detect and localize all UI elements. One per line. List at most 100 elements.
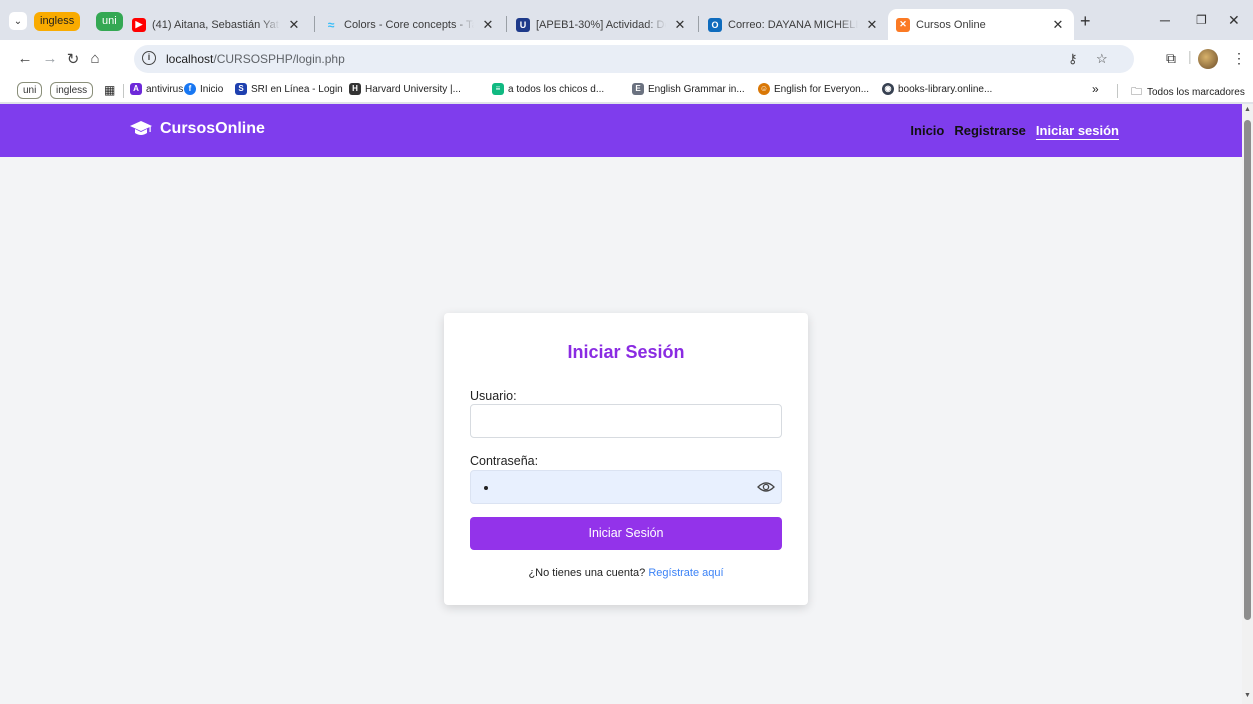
url-host: localhost	[166, 52, 214, 66]
window-close-icon[interactable]: ✕	[1228, 12, 1240, 29]
password-masked-value	[484, 486, 488, 490]
tab-outlook[interactable]: O Correo: DAYANA MICHELLE BA ✕	[700, 9, 888, 40]
scroll-thumb[interactable]	[1244, 120, 1251, 620]
tab-title: [APEB1-30%] Actividad: Desarr	[536, 18, 666, 31]
close-icon[interactable]: ✕	[286, 17, 302, 33]
bookmark-group-ingless[interactable]: ingless	[50, 82, 94, 99]
grammar-icon: E	[632, 83, 644, 95]
bookmark-label: books-library.online...	[898, 83, 993, 95]
tab-strip: ⌄ ingless uni ▶ (41) Aitana, Sebastián Y…	[0, 0, 1253, 40]
tab-group-uni[interactable]: uni	[96, 12, 123, 31]
restore-icon[interactable]: ❐	[1196, 13, 1207, 27]
password-key-icon[interactable]: ⚷	[1068, 51, 1078, 67]
globe-icon: ◉	[882, 83, 894, 95]
tab-divider	[314, 16, 315, 32]
address-bar[interactable]: i localhost/CURSOSPHP/login.php ⚷ ☆	[134, 45, 1134, 73]
bookmark-harvard[interactable]: H Harvard University |...	[349, 83, 461, 95]
extensions-puzzle-icon[interactable]: ⧉	[1166, 50, 1176, 67]
page-scrollbar[interactable]: ▲ ▼	[1242, 104, 1253, 704]
bookmark-label: SRI en Línea - Login	[251, 83, 343, 95]
facebook-icon: f	[184, 83, 196, 95]
login-card: Iniciar Sesión Usuario: Contraseña: Inic…	[444, 313, 808, 605]
moodle-icon: U	[516, 17, 530, 32]
nav-iniciar-sesion[interactable]: Iniciar sesión	[1035, 123, 1119, 140]
site-info-icon[interactable]: i	[142, 51, 156, 65]
forward-arrow-icon[interactable]: →	[41, 50, 59, 67]
bookmark-divider	[1117, 84, 1118, 98]
bookmark-inicio[interactable]: f Inicio	[184, 83, 223, 95]
password-field[interactable]	[470, 470, 782, 504]
all-bookmarks-button[interactable]: 🗀 Todos los marcadores	[1131, 83, 1245, 102]
site-navbar: CursosOnline Inicio Registrarse Iniciar …	[0, 104, 1242, 157]
folder-icon: 🗀	[1131, 86, 1142, 98]
username-input[interactable]	[471, 405, 781, 437]
tab-title: Cursos Online	[916, 18, 986, 31]
bookmark-group-uni[interactable]: uni	[17, 82, 43, 99]
tab-search-chevron-icon[interactable]: ⌄	[9, 12, 27, 30]
menu-kebab-icon[interactable]: ⋮	[1232, 50, 1246, 67]
url-path: /CURSOSPHP/login.php	[213, 52, 345, 66]
new-tab-plus-icon[interactable]: +	[1080, 12, 1091, 30]
register-prompt: ¿No tienes una cuenta? Regístrate aquí	[444, 567, 808, 579]
book-icon: ≡	[492, 83, 504, 95]
xampp-icon: ✕	[896, 17, 910, 32]
toolbar-divider: |	[1188, 48, 1192, 64]
tab-divider	[698, 16, 699, 32]
bookmark-star-icon[interactable]: ☆	[1096, 51, 1108, 67]
close-icon[interactable]: ✕	[480, 17, 496, 33]
bookmarks-bar: uni ingless ▦ A antivirus f Inicio S SRI…	[0, 78, 1253, 103]
tab-youtube[interactable]: ▶ (41) Aitana, Sebastián Yatra - A ✕	[124, 9, 310, 40]
tab-title: Colors - Core concepts - Tailwi	[344, 18, 474, 31]
brand-name: CursosOnline	[160, 120, 265, 137]
back-arrow-icon[interactable]: ←	[16, 50, 34, 67]
bookmark-antivirus[interactable]: A antivirus	[130, 83, 183, 95]
reload-icon[interactable]: ↻	[64, 50, 82, 68]
tab-group-ingless[interactable]: ingless	[34, 12, 81, 31]
close-icon[interactable]: ✕	[1050, 17, 1066, 33]
tab-moodle[interactable]: U [APEB1-30%] Actividad: Desarr ✕	[508, 9, 696, 40]
browser-toolbar: ← → ↻ ⌂ i localhost/CURSOSPHP/login.php …	[0, 40, 1253, 78]
site-brand[interactable]: CursosOnline	[130, 120, 265, 138]
nav-registrarse[interactable]: Registrarse	[954, 123, 1026, 140]
english-icon: ☺	[758, 83, 770, 95]
close-icon[interactable]: ✕	[672, 17, 688, 33]
login-title: Iniciar Sesión	[567, 342, 685, 362]
register-prompt-text: ¿No tienes una cuenta?	[528, 567, 646, 579]
bookmark-chicos[interactable]: ≡ a todos los chicos d...	[492, 83, 604, 95]
site-nav: Inicio Registrarse Iniciar sesión	[910, 123, 1119, 140]
antivirus-icon: A	[130, 83, 142, 95]
tab-cursos-online[interactable]: ✕ Cursos Online ✕	[888, 9, 1074, 40]
minimize-icon[interactable]: ─	[1160, 12, 1170, 28]
login-submit-button[interactable]: Iniciar Sesión	[470, 517, 782, 550]
tab-title: (41) Aitana, Sebastián Yatra - A	[152, 18, 280, 31]
sri-icon: S	[235, 83, 247, 95]
close-icon[interactable]: ✕	[864, 17, 880, 33]
password-label: Contraseña:	[470, 454, 539, 468]
profile-avatar[interactable]	[1198, 49, 1218, 69]
bookmark-label: English for Everyon...	[774, 83, 870, 95]
username-field[interactable]	[470, 404, 782, 438]
bookmark-label: Inicio	[200, 83, 224, 95]
username-label: Usuario:	[470, 389, 517, 403]
bookmark-english[interactable]: ☺ English for Everyon...	[758, 83, 869, 95]
nav-inicio[interactable]: Inicio	[910, 123, 944, 140]
bookmark-grammar[interactable]: E English Grammar in...	[632, 83, 745, 95]
register-link[interactable]: Regístrate aquí	[648, 567, 723, 579]
harvard-icon: H	[349, 83, 361, 95]
bookmark-label: Harvard University |...	[365, 83, 461, 95]
bookmark-books-library[interactable]: ◉ books-library.online...	[882, 83, 992, 95]
bookmark-sri[interactable]: S SRI en Línea - Login	[235, 83, 343, 95]
youtube-icon: ▶	[132, 17, 146, 32]
more-bookmarks-button[interactable]: »	[1092, 82, 1099, 96]
eye-icon[interactable]	[757, 479, 775, 498]
bookmark-label: English Grammar in...	[648, 83, 745, 95]
all-bookmarks-label: Todos los marcadores	[1147, 87, 1245, 98]
url-text[interactable]: localhost/CURSOSPHP/login.php	[166, 52, 345, 66]
scroll-up-icon[interactable]: ▲	[1244, 106, 1251, 113]
outlook-icon: O	[708, 17, 722, 32]
scroll-down-icon[interactable]: ▼	[1244, 692, 1251, 699]
bookmark-label: a todos los chicos d...	[508, 83, 605, 95]
tab-tailwind[interactable]: ≈ Colors - Core concepts - Tailwi ✕	[316, 9, 504, 40]
home-icon[interactable]: ⌂	[86, 50, 104, 67]
apps-grid-icon[interactable]: ▦	[104, 83, 115, 97]
